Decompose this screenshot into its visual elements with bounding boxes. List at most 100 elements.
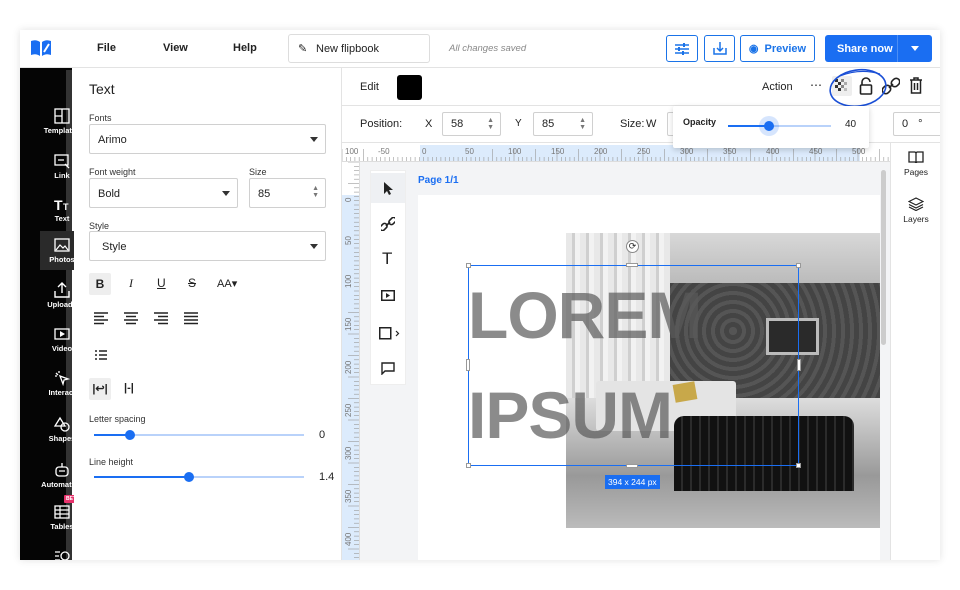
sidebar-item-label: Link (54, 171, 70, 180)
app-window: File View Help ✎ New flipbook All change… (20, 30, 940, 560)
slider-handle[interactable] (183, 472, 194, 482)
bold-button[interactable]: B (89, 273, 111, 295)
font-size-input[interactable]: 85 ▲ ▼ (249, 178, 326, 208)
svg-text:T: T (54, 197, 63, 212)
ruler-tick-label: 200 (344, 360, 353, 374)
selection-box[interactable]: ⟳ 394 x 244 px (466, 240, 801, 489)
menu-file[interactable]: File (97, 42, 116, 54)
doc-title-input[interactable]: ✎ New flipbook (288, 34, 430, 63)
align-center-icon[interactable] (124, 312, 138, 325)
resize-handle[interactable] (796, 263, 801, 268)
fonts-label: Fonts (89, 113, 112, 123)
menu-help[interactable]: Help (233, 42, 257, 54)
case-label: AA (217, 278, 232, 290)
style-label: Style (89, 221, 110, 231)
letter-spacing-slider[interactable] (94, 430, 304, 440)
shape-tool-icon[interactable] (379, 327, 401, 340)
eye-icon: ◉ (748, 43, 759, 55)
font-select[interactable]: Arimo (89, 124, 326, 154)
degree-symbol: ° (918, 118, 923, 130)
align-right-icon[interactable] (154, 312, 168, 325)
underline-button[interactable]: U (157, 276, 166, 290)
color-swatch[interactable] (397, 75, 422, 100)
ruler-tick-label: 100 (344, 274, 353, 288)
italic-button[interactable]: I (129, 276, 133, 291)
x-input[interactable]: 58 ▲ ▼ (442, 112, 501, 136)
line-height-slider[interactable] (94, 472, 304, 482)
stepper-icon[interactable]: ▲▼ (312, 185, 319, 199)
download-button[interactable] (704, 35, 735, 62)
stepper-icon[interactable]: ▲▼ (939, 117, 940, 131)
align-justify-icon[interactable] (184, 312, 198, 325)
size-label: Size: (620, 118, 645, 130)
download-icon (712, 42, 727, 55)
resize-handle[interactable] (466, 359, 470, 371)
link-tool-icon[interactable] (381, 217, 395, 231)
resize-handle[interactable] (796, 463, 801, 468)
chevron-down-icon[interactable] (911, 46, 919, 51)
strikethrough-button[interactable]: S (188, 276, 196, 290)
tool-palette: T (370, 170, 406, 385)
resize-handle[interactable] (466, 263, 471, 268)
resize-handle[interactable] (626, 263, 638, 267)
settings-button[interactable] (666, 35, 698, 62)
text-fixed-button[interactable]: |-| (124, 382, 134, 394)
preview-button[interactable]: ◉ Preview (740, 35, 815, 62)
layers-button[interactable]: Layers (891, 197, 940, 224)
ruler-tick-label: 350 (723, 147, 737, 156)
text-case-button[interactable]: AA▾ (217, 277, 237, 290)
canvas-scrollbar[interactable] (881, 170, 886, 345)
ruler-tick-label: 450 (809, 147, 823, 156)
text-wrap-button[interactable]: |↩| (89, 378, 111, 400)
annotation-circle (829, 68, 887, 108)
font-weight-select[interactable]: Bold (89, 178, 238, 208)
menu-view[interactable]: View (163, 42, 188, 54)
w-label: W (646, 118, 657, 130)
resize-handle[interactable] (626, 464, 638, 468)
weight-value: Bold (98, 188, 121, 200)
style-select[interactable]: Style (89, 231, 326, 261)
y-label: Y (515, 118, 522, 129)
comment-tool-icon[interactable] (381, 362, 395, 375)
pages-button[interactable]: Pages (891, 151, 940, 177)
text-panel: Text Fonts Arimo Font weight Bold Size 8… (74, 68, 342, 560)
ruler-tick-label: 400 (344, 532, 353, 546)
text-tool-icon[interactable]: T (382, 249, 392, 269)
photos-icon (54, 238, 70, 252)
cursor-icon (384, 182, 393, 195)
share-button[interactable]: Share now (825, 35, 932, 62)
slider-handle[interactable] (764, 121, 775, 131)
align-left-icon[interactable] (94, 312, 108, 325)
doc-title: New flipbook (316, 43, 379, 55)
x-label: X (425, 118, 433, 130)
layers-icon (908, 197, 924, 211)
robot-icon (55, 463, 69, 477)
svg-text:T: T (63, 202, 69, 212)
stepper-icon[interactable]: ▲▼ (579, 117, 586, 131)
video-tool-icon[interactable] (381, 290, 395, 301)
resize-handle[interactable] (466, 463, 471, 468)
opacity-label: Opacity (683, 117, 717, 127)
divider (897, 35, 898, 62)
sidebar-item-label: Video (51, 344, 73, 353)
save-status: All changes saved (449, 43, 527, 54)
stepper-icon[interactable]: ▲▼ (487, 117, 494, 131)
book-icon (908, 151, 924, 163)
upload-icon (54, 282, 70, 298)
select-tool[interactable] (371, 173, 405, 203)
opacity-slider[interactable] (728, 121, 831, 131)
slider-handle[interactable] (124, 430, 135, 440)
rotate-icon[interactable]: ⟳ (626, 240, 639, 253)
rotation-input[interactable]: 0 ° ▲▼ (893, 112, 940, 136)
logo-icon (31, 40, 51, 56)
table-icon (54, 505, 70, 519)
ruler-tick-label: 300 (680, 147, 694, 156)
resize-handle[interactable] (797, 359, 801, 371)
opacity-popup: Opacity 40 (673, 106, 869, 148)
video-icon (54, 328, 70, 340)
action-button[interactable]: Action (762, 81, 793, 93)
y-input[interactable]: 85 ▲ ▼ (533, 112, 593, 136)
trash-icon[interactable] (909, 77, 923, 94)
list-icon[interactable] (95, 350, 107, 360)
ruler-tick-label: -50 (378, 147, 390, 156)
